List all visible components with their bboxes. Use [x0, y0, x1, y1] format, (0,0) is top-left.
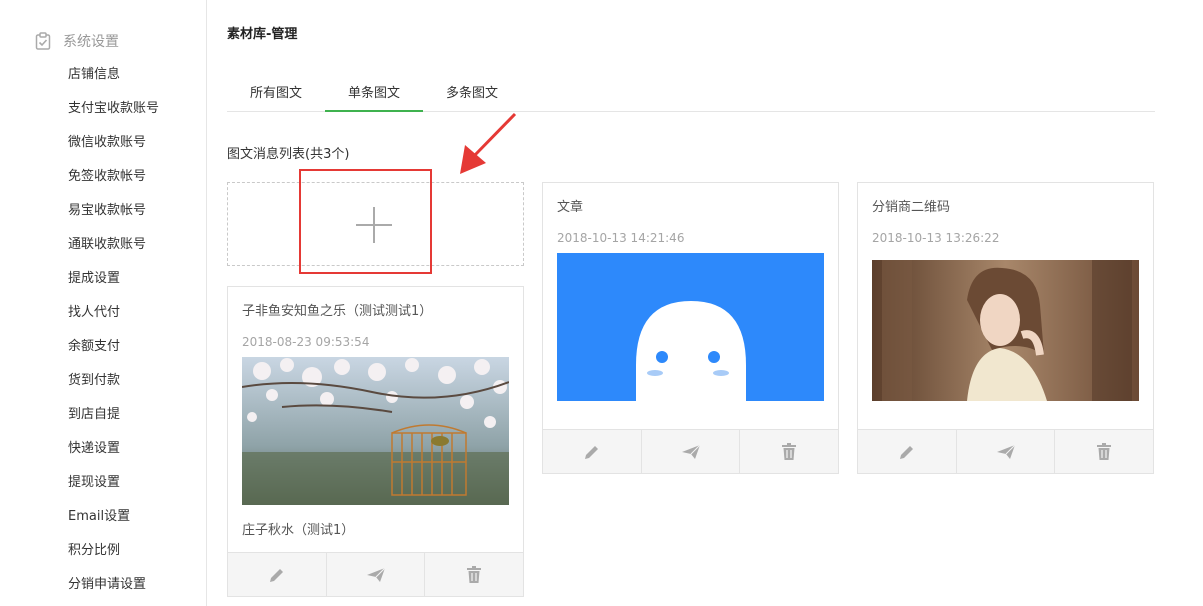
sidebar-section-label: 系统设置: [63, 34, 119, 50]
article-card: 分销商二维码 2018-10-13 13:26:22: [857, 182, 1154, 474]
sidebar-item-nosign-account[interactable]: 免签收款帐号: [68, 167, 146, 187]
card-title: 分销商二维码: [872, 200, 951, 215]
card-title: 子非鱼安知鱼之乐（测试测试1）: [242, 304, 433, 319]
card-image: [242, 357, 509, 505]
sidebar-item-distribution[interactable]: 分销申请设置: [68, 575, 146, 595]
tab-single-article[interactable]: 单条图文: [325, 80, 423, 112]
sidebar-item-wechat-account[interactable]: 微信收款账号: [68, 133, 146, 153]
card-actions: [228, 552, 523, 596]
card-title: 文章: [557, 200, 584, 215]
sidebar-item-commission[interactable]: 提成设置: [68, 269, 120, 289]
tab-all-articles[interactable]: 所有图文: [227, 80, 325, 112]
sidebar-item-pickup[interactable]: 到店自提: [68, 405, 120, 425]
card-image: [557, 253, 824, 401]
edit-button[interactable]: [543, 430, 642, 473]
send-button[interactable]: [642, 430, 741, 473]
card-caption: 庄子秋水（测试1）: [242, 523, 355, 538]
sidebar-item-proxy-pay[interactable]: 找人代付: [68, 303, 120, 323]
card-actions: [858, 429, 1153, 473]
sidebar-item-cod[interactable]: 货到付款: [68, 371, 120, 391]
annotation-arrow-icon: [460, 112, 517, 174]
list-title: 图文消息列表(共3个): [227, 147, 350, 162]
pencil-icon: [269, 568, 283, 582]
article-card: 文章 2018-10-13 14:21:46: [542, 182, 839, 474]
paper-plane-icon: [996, 444, 1015, 459]
send-button[interactable]: [957, 430, 1056, 473]
sidebar-item-allinpay-account[interactable]: 通联收款账号: [68, 235, 146, 255]
sidebar-item-points[interactable]: 积分比例: [68, 541, 120, 561]
article-card: 子非鱼安知鱼之乐（测试测试1） 2018-08-23 09:53:54 庄子秋水…: [227, 286, 524, 597]
delete-button[interactable]: [425, 553, 523, 596]
edit-button[interactable]: [858, 430, 957, 473]
annotation-highlight-box: [299, 169, 432, 274]
paper-plane-icon: [366, 567, 385, 582]
trash-icon: [467, 565, 482, 583]
paper-plane-icon: [681, 444, 700, 459]
card-actions: [543, 429, 838, 473]
main-content: 素材库-管理 所有图文 单条图文 多条图文 图文消息列表(共3个) 子非鱼安知鱼…: [207, 0, 1203, 606]
tab-bar: 所有图文 单条图文 多条图文: [227, 80, 1155, 112]
delete-button[interactable]: [740, 430, 838, 473]
sidebar-item-alipay-account[interactable]: 支付宝收款账号: [68, 99, 159, 119]
clipboard-check-icon: [35, 32, 51, 50]
sidebar-item-shipping[interactable]: 快递设置: [68, 439, 120, 459]
sidebar-item-email[interactable]: Email设置: [68, 507, 130, 527]
pencil-icon: [899, 445, 913, 459]
sidebar: 系统设置 店铺信息 支付宝收款账号 微信收款账号 免签收款帐号 易宝收款帐号 通…: [0, 0, 207, 606]
card-date: 2018-08-23 09:53:54: [242, 335, 370, 349]
page-title: 素材库-管理: [227, 27, 298, 42]
card-image: [872, 260, 1139, 401]
card-date: 2018-10-13 14:21:46: [557, 231, 685, 245]
trash-icon: [782, 442, 797, 460]
card-date: 2018-10-13 13:26:22: [872, 231, 1000, 245]
pencil-icon: [584, 445, 598, 459]
sidebar-item-yeepay-account[interactable]: 易宝收款帐号: [68, 201, 146, 221]
sidebar-item-withdraw[interactable]: 提现设置: [68, 473, 120, 493]
send-button[interactable]: [327, 553, 426, 596]
delete-button[interactable]: [1055, 430, 1153, 473]
sidebar-item-shop-info[interactable]: 店铺信息: [68, 65, 120, 85]
edit-button[interactable]: [228, 553, 327, 596]
sidebar-section-header[interactable]: 系统设置: [34, 31, 119, 51]
trash-icon: [1097, 442, 1112, 460]
sidebar-item-balance-pay[interactable]: 余额支付: [68, 337, 120, 357]
